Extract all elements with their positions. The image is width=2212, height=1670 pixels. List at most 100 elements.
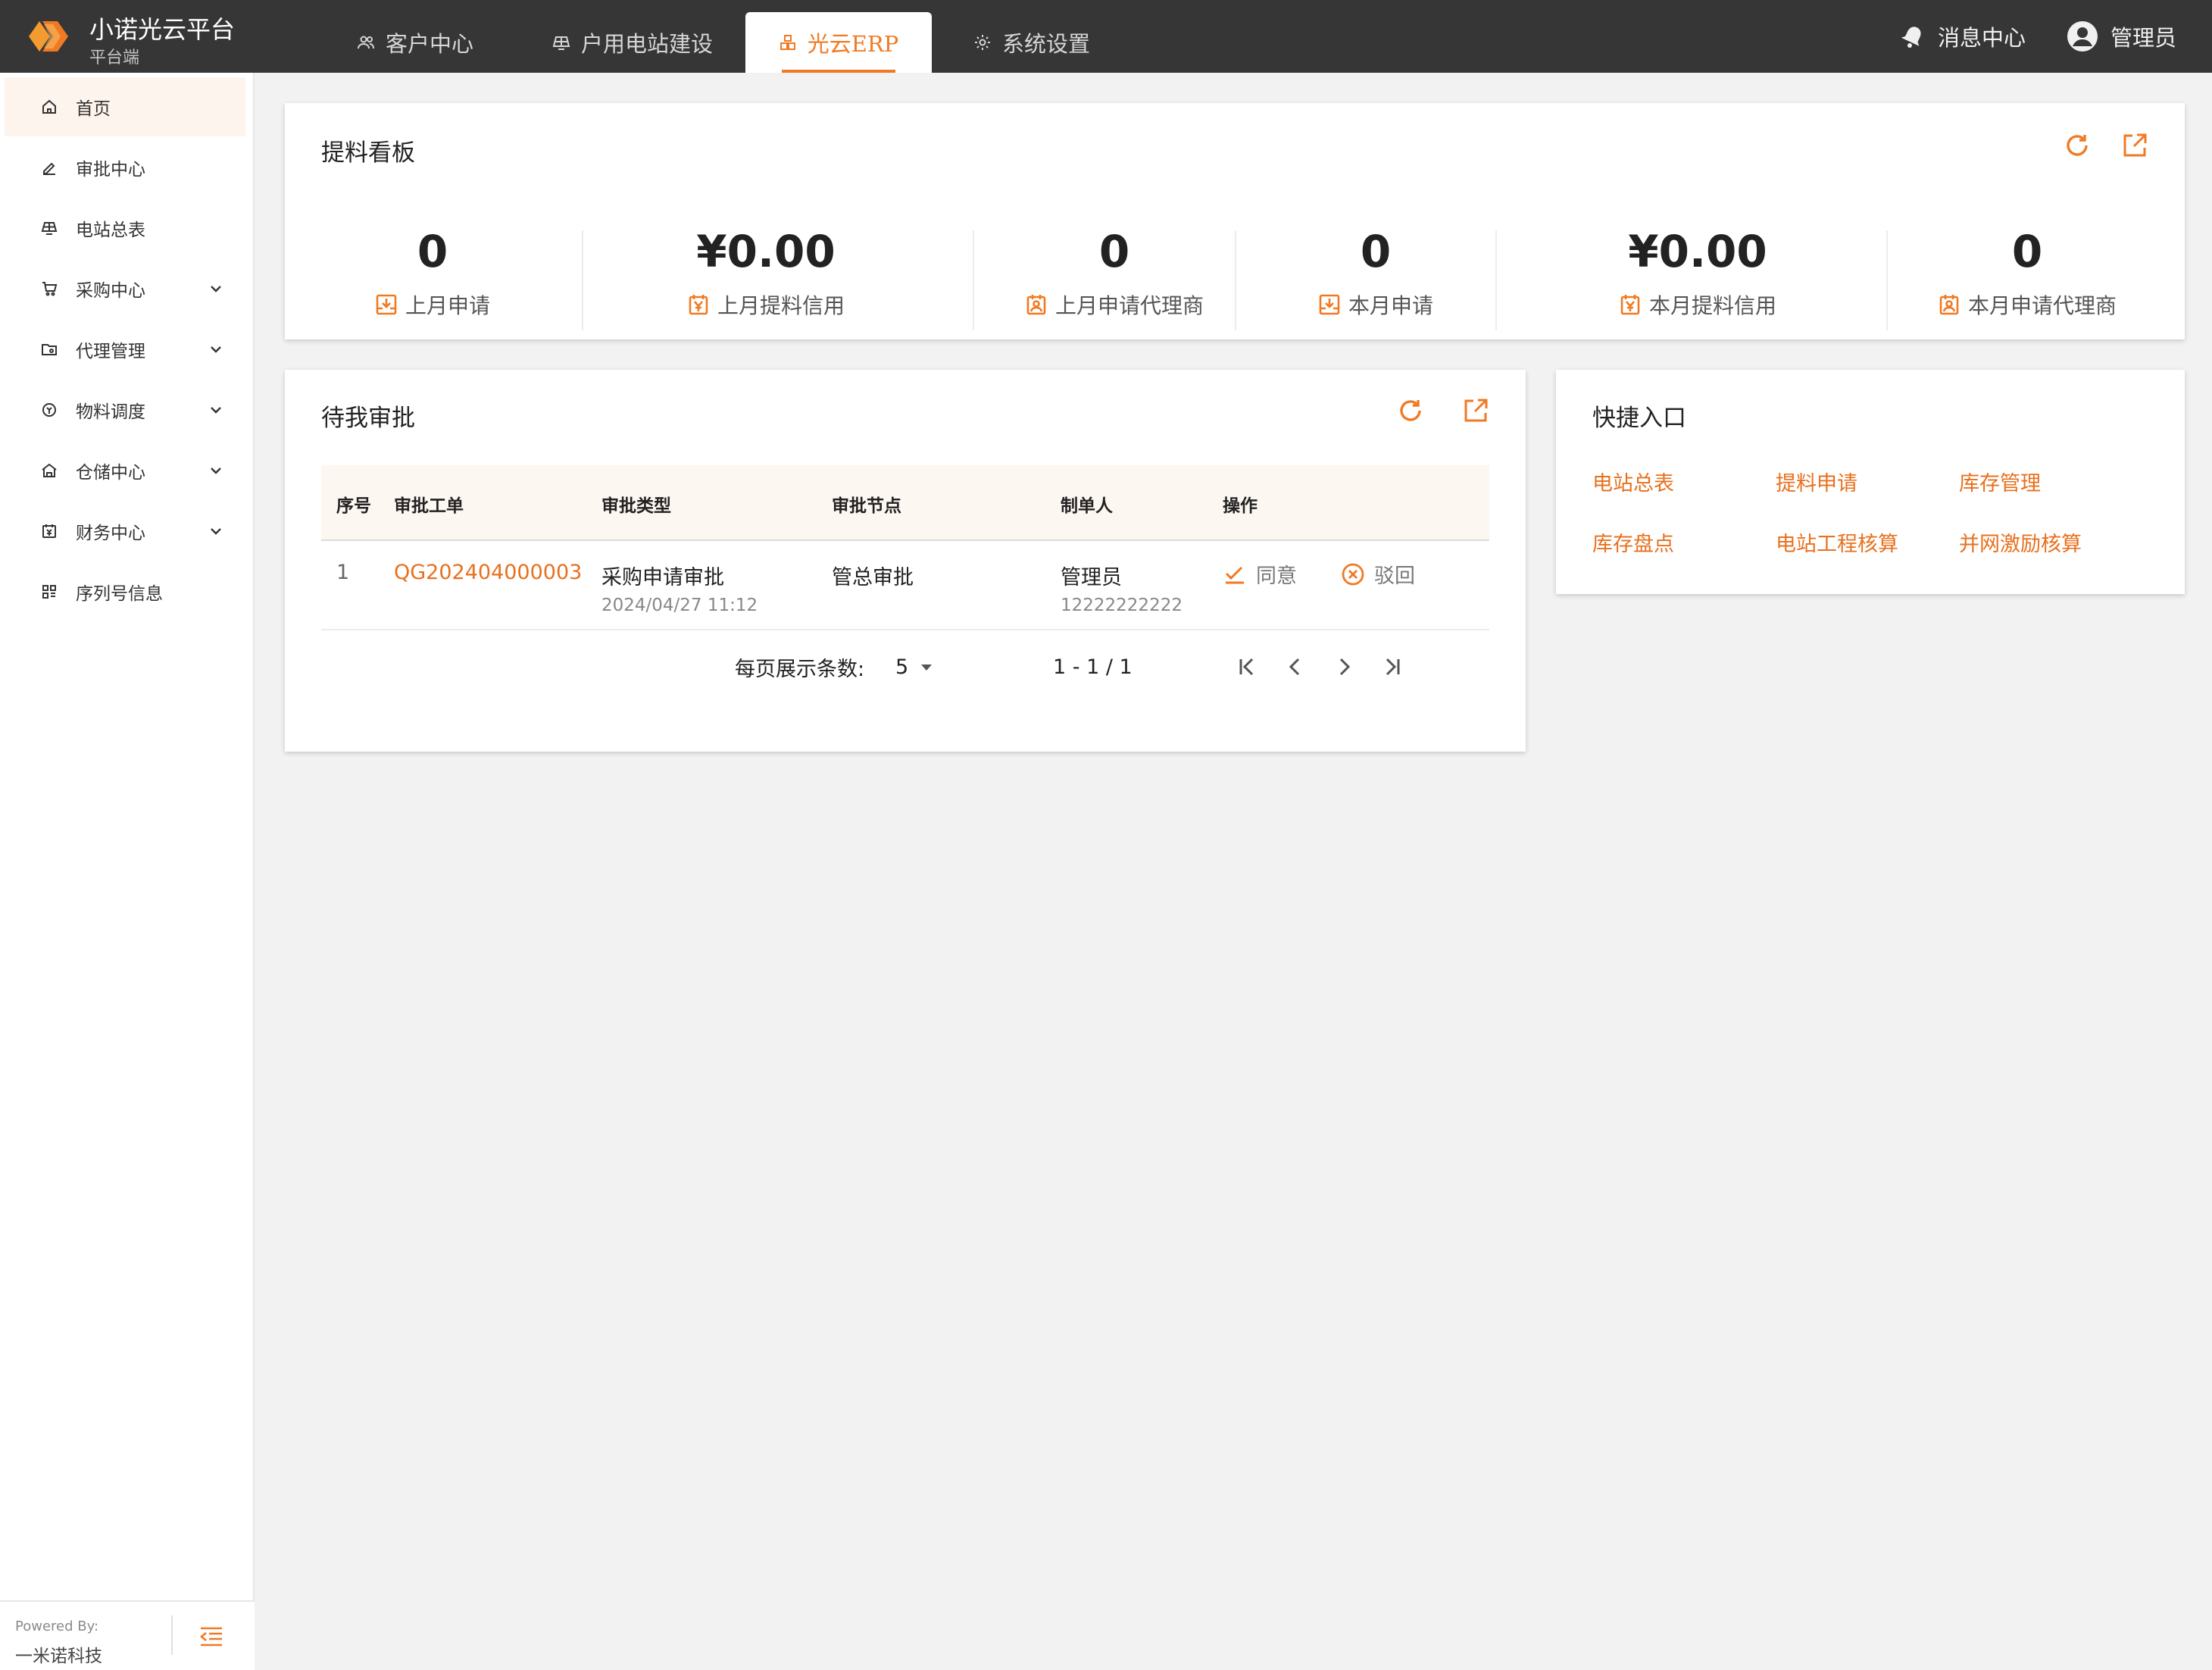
divider (1495, 230, 1497, 330)
stat-value: ¥0.00 (696, 226, 836, 277)
tab-system-settings[interactable]: 系统设置 (956, 12, 1108, 73)
approve-button[interactable]: 同意 (1223, 559, 1297, 589)
open-external-icon[interactable] (2121, 132, 2148, 159)
table-row: 1 QG202404000003 采购申请审批 2024/04/27 11:12… (321, 543, 1489, 630)
tab-label: 户用电站建设 (580, 31, 713, 57)
page-range: 1 - 1 / 1 (1053, 655, 1133, 679)
company-name: 一米诺科技 (15, 1647, 102, 1666)
divider (1235, 230, 1236, 330)
chevron-down-icon[interactable] (208, 523, 224, 539)
stat-value: 0 (417, 226, 448, 277)
messages-button[interactable]: 消息中心 (1900, 0, 2026, 73)
sidebar-item-label: 电站总表 (76, 220, 145, 240)
refresh-icon[interactable] (2064, 132, 2091, 159)
logo-icon[interactable] (27, 17, 70, 56)
last-page-icon[interactable] (1380, 655, 1404, 679)
chevron-down-icon[interactable] (208, 462, 224, 479)
pen-icon (41, 159, 58, 176)
home-icon (41, 99, 58, 115)
approval-type: 采购申请审批 (601, 566, 724, 590)
stat-this-month-applications: 0 本月申请 (1254, 224, 1497, 330)
agent-badge-icon (1938, 293, 1960, 316)
sidebar-item-approval-center[interactable]: 审批中心 (5, 138, 245, 197)
warehouse-icon (41, 462, 58, 479)
divider (582, 230, 583, 330)
folder-icon (41, 341, 58, 358)
sidebar-item-material-dispatch[interactable]: 物料调度 (5, 380, 245, 439)
quick-link-station-engineering-accounting[interactable]: 电站工程核算 (1776, 527, 1898, 557)
sidebar-item-home[interactable]: 首页 (5, 77, 245, 136)
download-box-icon (1318, 293, 1341, 316)
sidebar-item-serial-info[interactable]: 序列号信息 (5, 562, 245, 621)
sidebar-item-label: 物料调度 (76, 402, 145, 422)
sidebar-item-agent-management[interactable]: 代理管理 (5, 320, 245, 379)
column-header: 审批类型 (601, 496, 671, 516)
cart-icon (41, 280, 58, 297)
agent-badge-icon (1025, 293, 1048, 316)
tab-label: 光云ERP (807, 31, 899, 57)
chevron-down-icon[interactable] (208, 341, 224, 358)
sidebar-item-warehouse[interactable]: 仓储中心 (5, 441, 245, 500)
tab-household-station[interactable]: 户用电站建设 (530, 12, 735, 73)
user-name: 管理员 (2110, 25, 2177, 51)
quick-link-station-summary[interactable]: 电站总表 (1592, 467, 1674, 496)
collapse-sidebar-icon[interactable] (198, 1625, 224, 1650)
sidebar-item-label: 财务中心 (76, 524, 145, 543)
user-avatar-icon (2067, 20, 2098, 52)
app-title: 小诺光云平台 (89, 15, 236, 44)
stat-label: 本月申请 (1254, 289, 1497, 320)
user-menu[interactable]: 管理员 (2067, 0, 2176, 73)
next-page-icon[interactable] (1332, 655, 1356, 679)
order-number-link[interactable]: QG202404000003 (394, 561, 582, 584)
sidebar-item-finance[interactable]: 财务中心 (5, 502, 245, 561)
powered-by-label: Powered By: (15, 1618, 99, 1634)
quick-link-grid-incentive-accounting[interactable]: 并网激励核算 (1959, 527, 2082, 557)
column-header: 审批工单 (394, 496, 464, 516)
solar-panel-icon (552, 33, 570, 52)
stat-value: 0 (1098, 226, 1130, 277)
column-header: 制单人 (1061, 496, 1113, 516)
sidebar: 首页 审批中心 电站总表 采购中心 代理管理 物料调度 仓储中心 财务中心 序列… (0, 73, 255, 1670)
sidebar-item-label: 审批中心 (76, 160, 145, 180)
grid-icon (41, 583, 58, 600)
sidebar-item-procurement[interactable]: 采购中心 (5, 259, 245, 318)
rows-per-page-select[interactable]: 5 (895, 652, 934, 682)
approval-node: 管总审批 (832, 566, 914, 590)
row-index: 1 (336, 561, 350, 584)
open-external-icon[interactable] (1462, 397, 1489, 424)
users-icon (357, 33, 375, 52)
column-header: 操作 (1223, 496, 1258, 516)
stat-value: 0 (2011, 226, 2043, 277)
stat-value: 0 (1360, 226, 1392, 277)
created-time: 2024/04/27 11:12 (601, 596, 758, 615)
first-page-icon[interactable] (1235, 655, 1259, 679)
quick-link-inventory-management[interactable]: 库存管理 (1959, 467, 2041, 496)
messages-label: 消息中心 (1938, 25, 2026, 51)
quick-link-stocktaking[interactable]: 库存盘点 (1592, 527, 1674, 557)
stat-value: ¥0.00 (1628, 226, 1767, 277)
divider (1886, 230, 1888, 330)
yen-calendar-icon (1619, 293, 1642, 316)
stat-label: 本月申请代理商 (1898, 289, 2156, 320)
stat-label: 上月提料信用 (595, 289, 936, 320)
previous-page-icon[interactable] (1283, 655, 1308, 679)
tab-customer-center[interactable]: 客户中心 (332, 12, 498, 73)
chevron-down-icon[interactable] (208, 280, 224, 297)
card-title: 待我审批 (321, 405, 415, 432)
active-tab-indicator (782, 70, 895, 73)
stat-this-month-credit: ¥0.00 本月提料信用 (1512, 224, 1883, 330)
card-title: 快捷入口 (1592, 405, 1686, 432)
sidebar-item-station-summary[interactable]: 电站总表 (5, 199, 245, 258)
refresh-icon[interactable] (1397, 397, 1424, 424)
yen-calendar-icon (687, 293, 710, 316)
stat-label: 上月申请 (300, 289, 565, 320)
sidebar-item-label: 代理管理 (76, 342, 145, 361)
quick-link-material-request[interactable]: 提料申请 (1776, 467, 1857, 496)
tab-erp[interactable]: 光云ERP (745, 12, 932, 73)
column-header: 审批节点 (832, 496, 901, 516)
sidebar-footer: Powered By: 一米诺科技 (0, 1600, 255, 1670)
quick-entry-card: 快捷入口 电站总表 提料申请 库存管理 库存盘点 电站工程核算 并网激励核算 (1556, 370, 2185, 594)
chevron-down-icon[interactable] (208, 402, 224, 418)
reject-button[interactable]: 驳回 (1341, 559, 1415, 589)
sidebar-item-label: 首页 (76, 99, 111, 119)
